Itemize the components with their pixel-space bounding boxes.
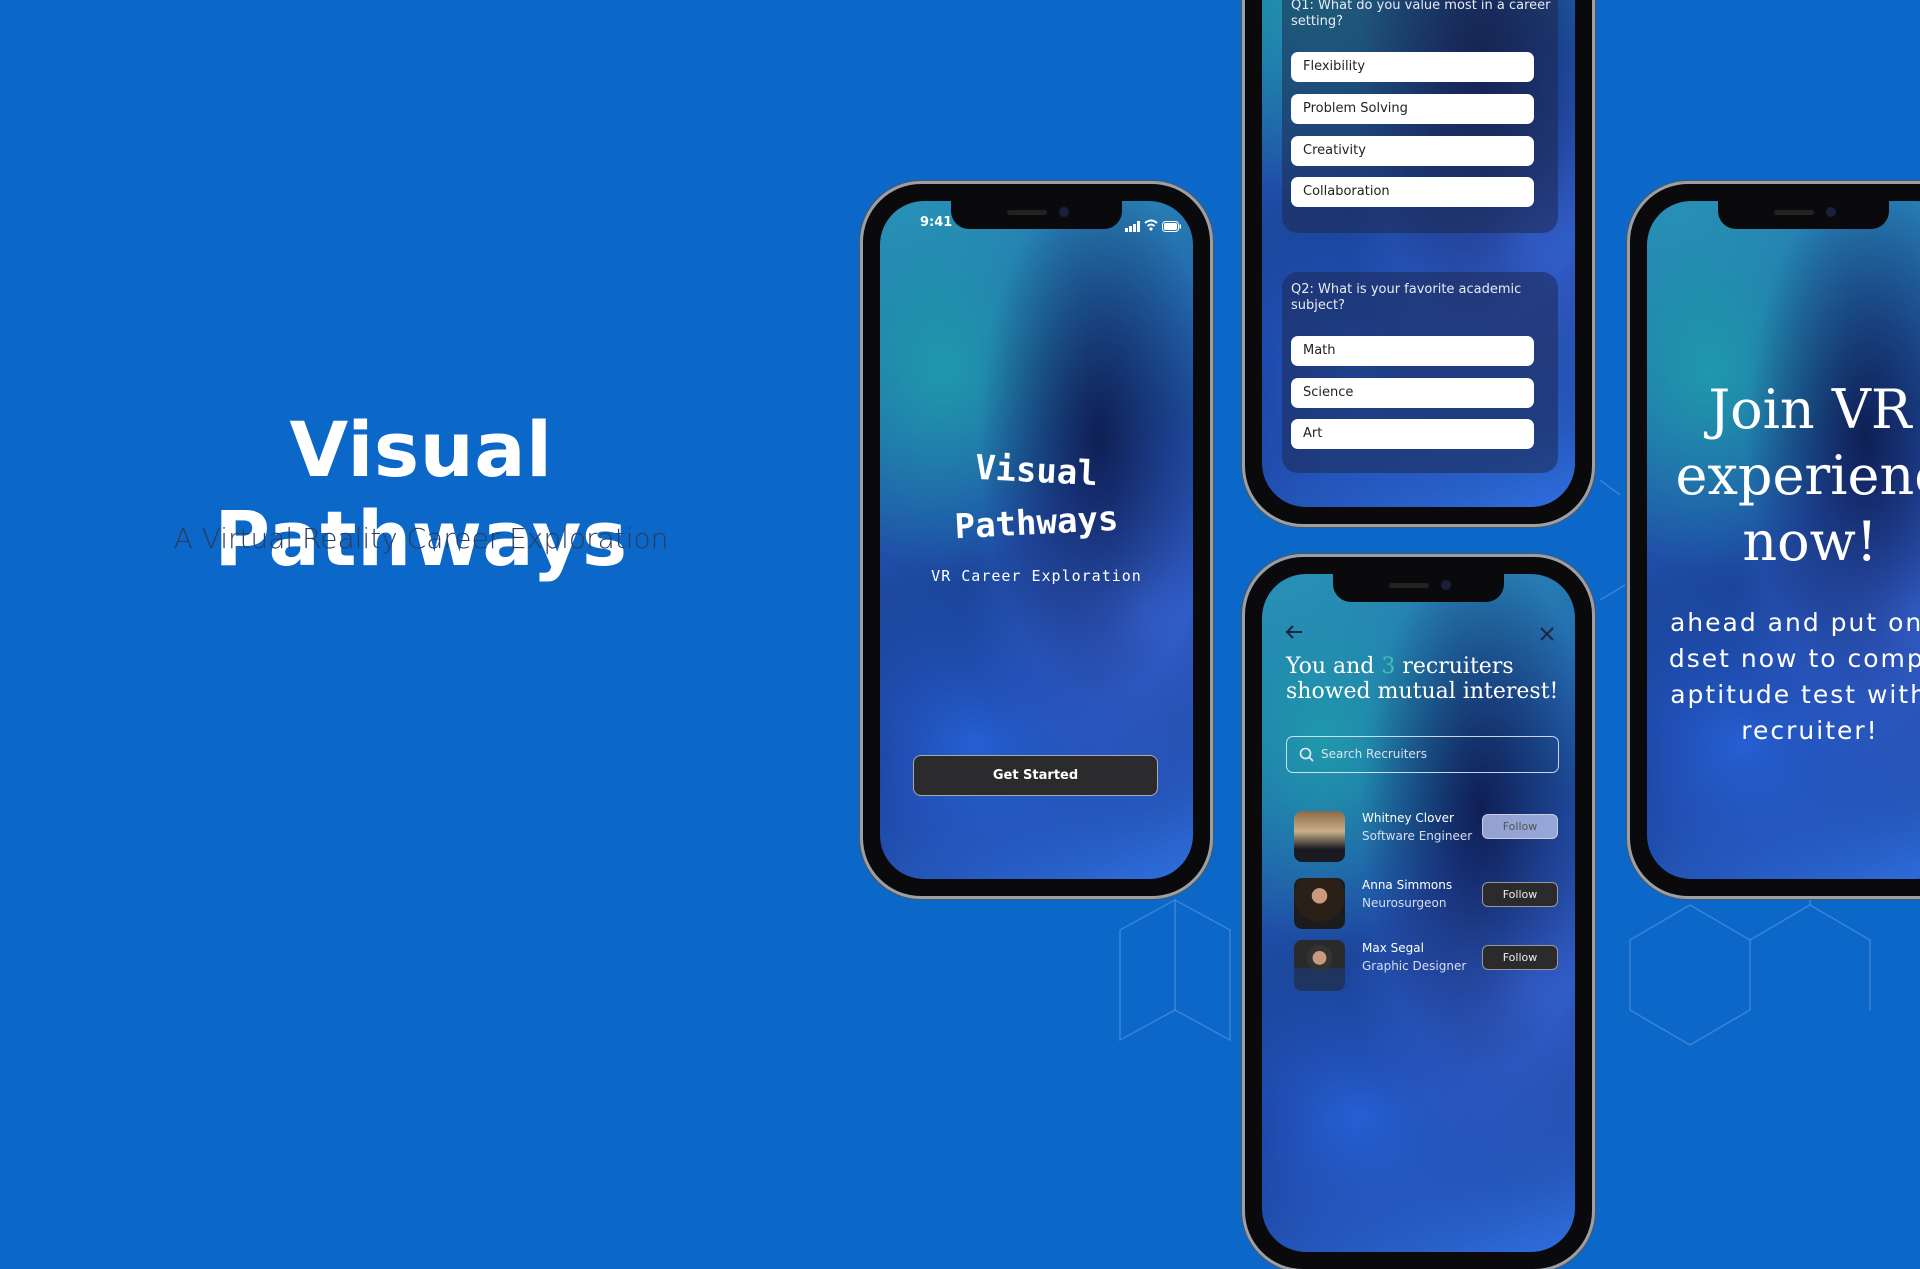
join-vr-heading: Join VR experienc now! [1647, 377, 1920, 575]
recruiters-screen: You and 3 recruiters showed mutual inter… [1262, 574, 1575, 1252]
notch [1718, 201, 1889, 229]
recruiter-name: Whitney Clover [1362, 811, 1454, 825]
mutual-interest-heading: You and 3 recruiters showed mutual inter… [1286, 654, 1575, 704]
recruiter-info: Max Segal Graphic Designer [1362, 939, 1466, 975]
quiz-screen: Q1: What do you value most in a career s… [1262, 0, 1575, 507]
notch [951, 201, 1122, 229]
avatar-max-segal [1294, 940, 1345, 991]
hero-title: Visual Pathways [214, 405, 628, 583]
recruiter-role: Neurosurgeon [1362, 896, 1447, 910]
avatar-whitney-clover [1294, 811, 1345, 862]
follow-button[interactable]: Follow [1482, 882, 1558, 907]
wifi-icon [1144, 216, 1158, 235]
heading-line: Join VR [1708, 378, 1912, 441]
heading-text: recruiters [1395, 654, 1514, 679]
recruiter-info: Anna Simmons Neurosurgeon [1362, 876, 1452, 912]
answer-option[interactable]: Creativity [1291, 136, 1534, 166]
recruiters-phone-mockup: You and 3 recruiters showed mutual inter… [1245, 557, 1592, 1269]
status-time: 9:41 [920, 215, 953, 230]
app-title-line2: Pathways [953, 498, 1120, 548]
welcome-screen: 9:41 Visual Pathways VR Career Explorati… [880, 201, 1193, 879]
app-title-line1: Visual [974, 447, 1099, 495]
avatar-anna-simmons [1294, 878, 1345, 929]
camera-icon [1059, 207, 1069, 217]
question-2-text: Q2: What is your favorite academic subje… [1291, 282, 1522, 313]
body-line: dset now to comple [1668, 644, 1920, 673]
follow-button[interactable]: Follow [1482, 945, 1558, 970]
search-recruiters-input[interactable]: Search Recruiters [1286, 736, 1559, 773]
battery-icon [1162, 217, 1182, 236]
hero-subtitle: A Virtual Reality Career Exploration [173, 522, 669, 555]
body-line: aptitude test with t [1670, 680, 1920, 709]
vr-phone-mockup: Join VR experienc now! ahead and put on … [1630, 184, 1920, 896]
recruiter-name: Max Segal [1362, 941, 1424, 955]
vr-screen: Join VR experienc now! ahead and put on … [1647, 201, 1920, 879]
heading-line: now! [1742, 510, 1878, 573]
answer-option[interactable]: Art [1291, 419, 1534, 449]
signal-icon [1125, 217, 1141, 236]
body-line: recruiter! [1741, 716, 1879, 745]
answer-option[interactable]: Science [1291, 378, 1534, 408]
get-started-button[interactable]: Get Started [913, 755, 1158, 796]
follow-button[interactable]: Follow [1482, 814, 1558, 839]
heading-text: showed mutual interest! [1286, 679, 1559, 704]
vr-instructions: ahead and put on y dset now to comple ap… [1647, 605, 1920, 749]
recruiter-role: Software Engineer [1362, 829, 1473, 843]
notch [1333, 574, 1504, 602]
search-placeholder: Search Recruiters [1321, 747, 1427, 761]
search-icon [1299, 747, 1314, 762]
back-arrow-icon[interactable] [1285, 624, 1303, 644]
camera-icon [1441, 580, 1451, 590]
welcome-phone-mockup: 9:41 Visual Pathways VR Career Explorati… [863, 184, 1210, 896]
question-1-text: Q1: What do you value most in a career s… [1291, 0, 1551, 29]
camera-icon [1826, 207, 1836, 217]
recruiter-info: Whitney Clover Software Engineer [1362, 809, 1472, 845]
recruiter-name: Anna Simmons [1362, 878, 1453, 892]
quiz-phone-mockup: Q1: What do you value most in a career s… [1245, 0, 1592, 524]
answer-option[interactable]: Flexibility [1291, 52, 1534, 82]
app-subtitle: VR Career Exploration [931, 567, 1142, 585]
heading-text: You and [1286, 654, 1382, 679]
recruiter-role: Graphic Designer [1362, 959, 1467, 973]
answer-option[interactable]: Math [1291, 336, 1534, 366]
close-icon[interactable] [1540, 626, 1554, 645]
answer-option[interactable]: Collaboration [1291, 177, 1534, 207]
recruiter-count: 3 [1381, 654, 1396, 679]
heading-line: experienc [1675, 444, 1920, 507]
answer-option[interactable]: Problem Solving [1291, 94, 1534, 124]
body-line: ahead and put on y [1669, 608, 1920, 637]
